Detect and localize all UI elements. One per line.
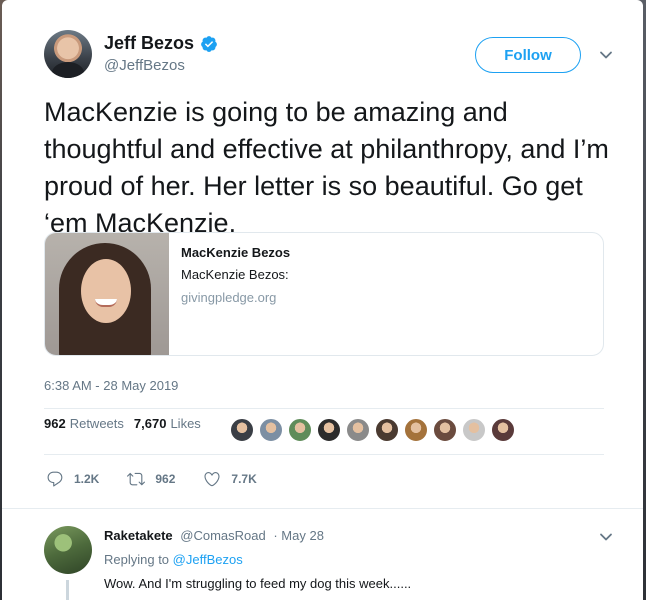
liker-avatar[interactable] <box>404 418 428 442</box>
liker-avatar[interactable] <box>288 418 312 442</box>
liker-avatar[interactable] <box>491 418 515 442</box>
likes-label[interactable]: Likes <box>170 416 200 431</box>
tweet-card: Jeff Bezos @JeffBezos Follow MacKenzie i… <box>2 0 643 600</box>
tweet-actions: 1.2K 962 7.7K <box>46 470 285 488</box>
link-card-thumbnail <box>45 233 169 355</box>
like-button[interactable]: 7.7K <box>203 470 257 488</box>
retweet-button[interactable]: 962 <box>127 470 175 488</box>
tweet-text: MacKenzie is going to be amazing and tho… <box>44 97 609 238</box>
author-handle[interactable]: @JeffBezos <box>104 57 218 74</box>
reply-count: 1.2K <box>74 472 100 486</box>
thread-line <box>66 580 69 600</box>
divider <box>44 408 604 409</box>
reply-author-handle[interactable]: @ComasRoad <box>180 528 265 543</box>
liker-avatars <box>230 418 515 442</box>
verified-badge-icon <box>201 35 217 52</box>
liker-avatar[interactable] <box>433 418 457 442</box>
retweets-count[interactable]: 962 <box>44 416 66 431</box>
retweet-count: 962 <box>155 472 176 486</box>
liker-avatar[interactable] <box>375 418 399 442</box>
link-card-domain: givingpledge.org <box>181 290 277 305</box>
liker-avatar[interactable] <box>259 418 283 442</box>
retweet-icon <box>127 472 146 486</box>
follow-button[interactable]: Follow <box>475 37 581 73</box>
reply-text: Wow. And I'm struggling to feed my dog t… <box>104 576 412 591</box>
divider <box>2 508 643 509</box>
tweet-timestamp[interactable]: 6:38 AM - 28 May 2019 <box>44 378 178 393</box>
replying-to-prefix: Replying to <box>104 552 170 567</box>
heart-icon <box>204 472 220 487</box>
reply-button[interactable]: 1.2K <box>46 470 99 488</box>
liker-avatar[interactable] <box>230 418 254 442</box>
link-card-title: MacKenzie Bezos <box>181 245 291 260</box>
reply-author-name[interactable]: Raketakete <box>104 528 173 543</box>
link-card-description: MacKenzie Bezos: <box>181 267 289 282</box>
avatar[interactable] <box>44 526 92 574</box>
tweet-header: Jeff Bezos @JeffBezos Follow <box>44 30 613 82</box>
link-card-body: MacKenzie Bezos MacKenzie Bezos: givingp… <box>181 245 290 305</box>
liker-avatar[interactable] <box>317 418 341 442</box>
author-display-name[interactable]: Jeff Bezos <box>104 33 194 54</box>
liker-avatar[interactable] <box>462 418 486 442</box>
reply-date[interactable]: · May 28 <box>273 528 324 543</box>
tweet-stats: 962 Retweets 7,670 Likes <box>44 416 211 431</box>
likes-count[interactable]: 7,670 <box>134 416 167 431</box>
replying-to-mention[interactable]: @JeffBezos <box>173 552 243 567</box>
chevron-down-icon[interactable] <box>599 530 613 544</box>
link-preview-card[interactable]: MacKenzie Bezos MacKenzie Bezos: givingp… <box>44 232 604 356</box>
retweets-label[interactable]: Retweets <box>70 416 124 431</box>
replying-to: Replying to @JeffBezos <box>104 552 243 567</box>
reply-header: Raketakete @ComasRoad · May 28 <box>104 528 324 543</box>
name-row: Jeff Bezos <box>104 33 218 54</box>
liker-avatar[interactable] <box>346 418 370 442</box>
divider <box>44 454 604 455</box>
avatar[interactable] <box>44 30 92 78</box>
reply-icon <box>47 471 63 487</box>
chevron-down-icon[interactable] <box>599 48 613 62</box>
like-count: 7.7K <box>231 472 257 486</box>
author-block: Jeff Bezos @JeffBezos <box>104 33 218 74</box>
